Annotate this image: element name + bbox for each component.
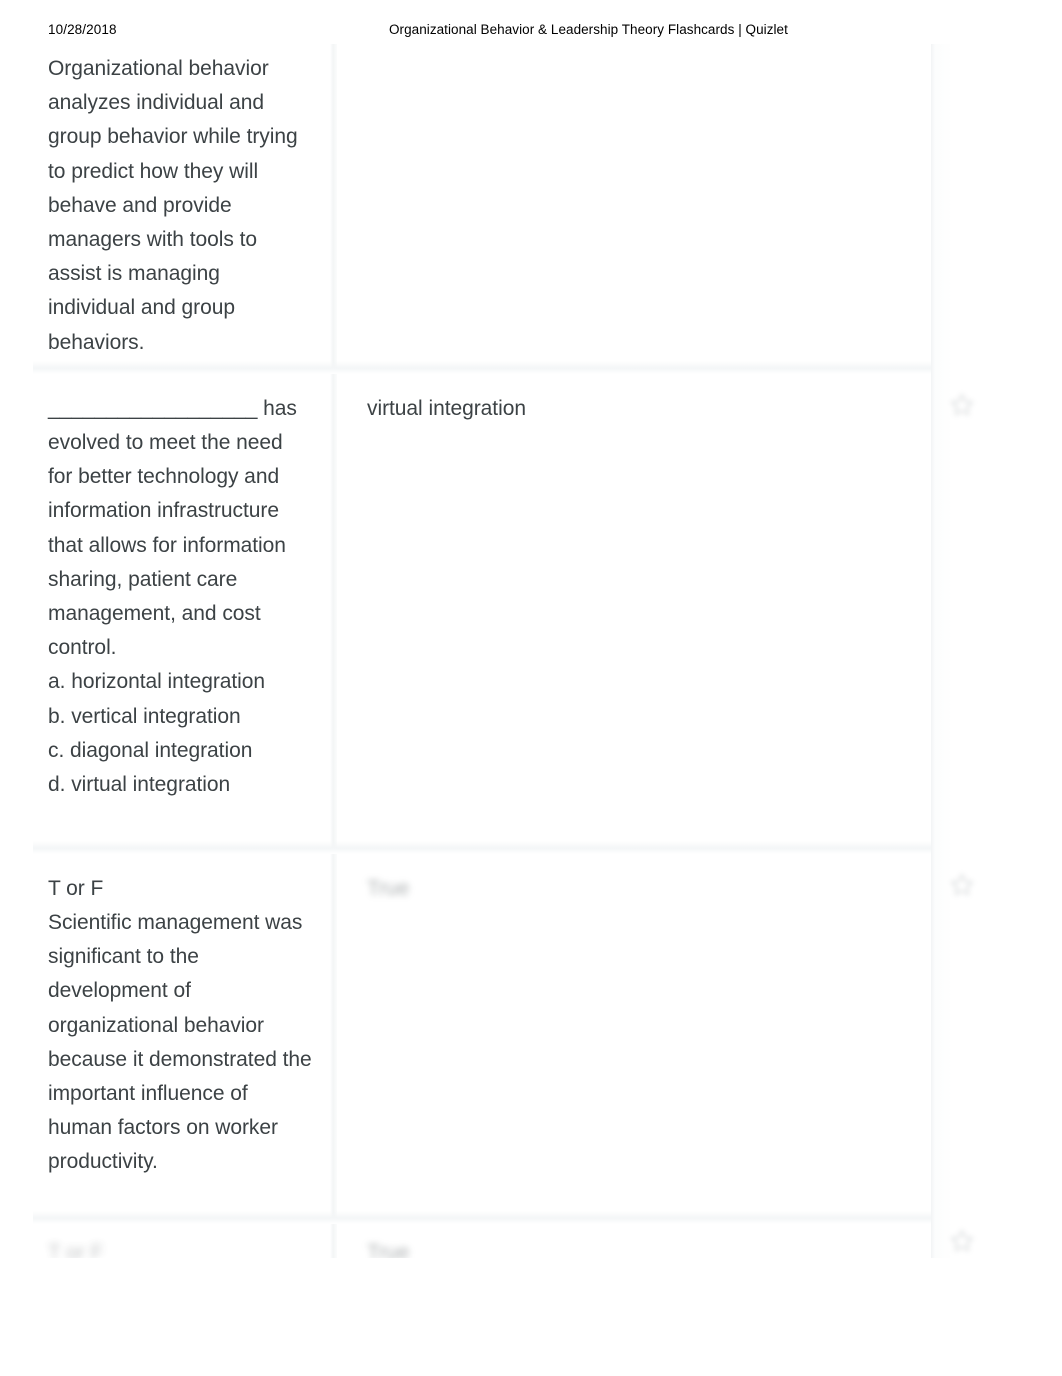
flashcard-definition-text: virtual integration bbox=[367, 396, 526, 420]
star-icon[interactable] bbox=[949, 1228, 975, 1254]
flashcard-term-text: __________________ has evolved to meet t… bbox=[48, 396, 297, 797]
flashcard-list: Organizational behavior analyzes individ… bbox=[33, 44, 1029, 1264]
flashcard-row: __________________ has evolved to meet t… bbox=[33, 373, 1029, 854]
print-page-title: Organizational Behavior & Leadership The… bbox=[389, 22, 788, 37]
flashcard-star-cell bbox=[931, 373, 1029, 854]
page-bottom-margin bbox=[0, 1258, 1062, 1376]
print-header: 10/28/2018 Organizational Behavior & Lea… bbox=[0, 22, 1062, 44]
flashcard-definition-cell: virtual integration bbox=[337, 374, 931, 440]
flashcard-term-text: Organizational behavior analyzes individ… bbox=[48, 57, 298, 354]
flashcard-row: T or F Scientific management was signifi… bbox=[33, 853, 1029, 1224]
flashcard-star-cell bbox=[931, 853, 1029, 1224]
column-divider bbox=[330, 853, 337, 1224]
star-icon[interactable] bbox=[949, 392, 975, 418]
flashcard-definition-cell bbox=[337, 44, 931, 66]
print-date: 10/28/2018 bbox=[48, 22, 117, 37]
flashcard-term-cell: Organizational behavior analyzes individ… bbox=[33, 44, 330, 374]
column-divider bbox=[330, 44, 337, 374]
flashcard-term-text: T or F Scientific management was signifi… bbox=[48, 876, 312, 1174]
star-icon[interactable] bbox=[949, 872, 975, 898]
flashcard-term-cell: __________________ has evolved to meet t… bbox=[33, 374, 330, 816]
flashcard-row: Organizational behavior analyzes individ… bbox=[33, 44, 1029, 374]
flashcard-term-cell: T or F Scientific management was signifi… bbox=[33, 854, 330, 1194]
flashcard-definition-text: True bbox=[367, 876, 410, 900]
flashcard-star-cell bbox=[931, 44, 1029, 374]
flashcard-definition-cell: True bbox=[337, 854, 931, 920]
column-divider bbox=[330, 373, 337, 854]
